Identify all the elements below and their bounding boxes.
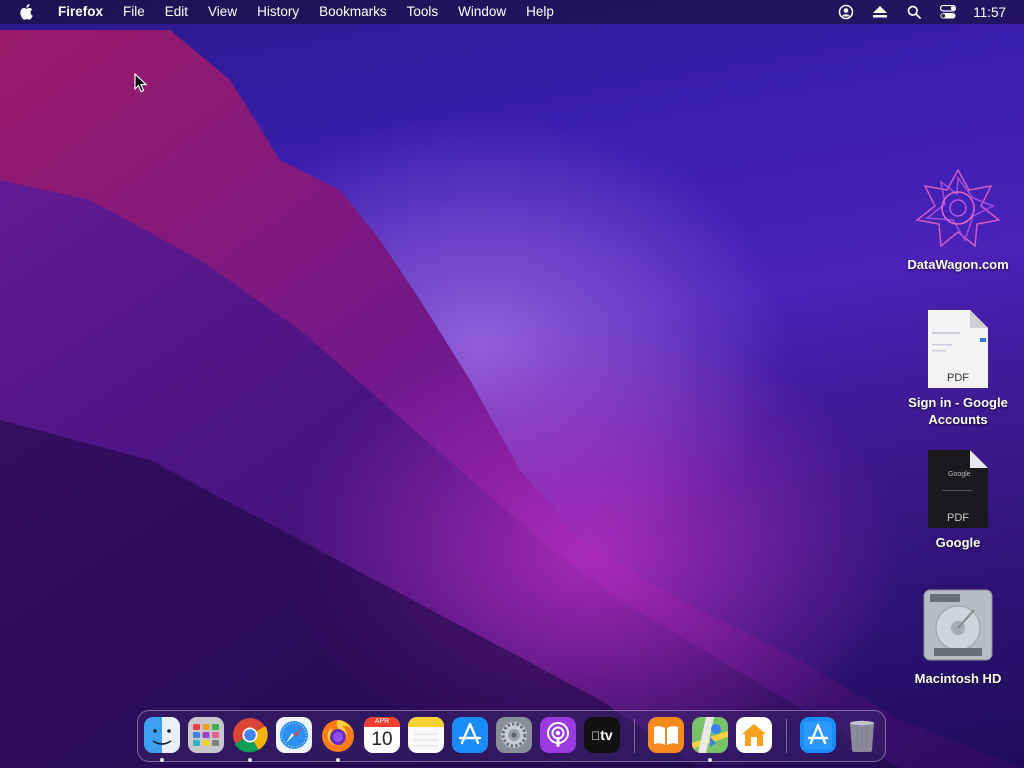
desktop-wallpaper xyxy=(0,0,1024,768)
trash-icon[interactable] xyxy=(844,717,880,753)
apple-tv-label: tv xyxy=(595,727,612,743)
menu-bookmarks[interactable]: Bookmarks xyxy=(309,0,397,24)
app-store-downloads-icon[interactable] xyxy=(800,717,836,753)
running-indicator xyxy=(160,758,164,762)
running-indicator xyxy=(708,758,712,762)
desktop-icon-label: DataWagon.com xyxy=(907,257,1009,272)
datawagon-icon xyxy=(915,168,1001,248)
books-icon[interactable] xyxy=(648,717,684,753)
menu-bar: Firefox File Edit View History Bookmarks… xyxy=(0,0,1024,24)
menu-app-name[interactable]: Firefox xyxy=(48,0,113,24)
pdf-file-icon: PDF xyxy=(928,310,988,388)
menu-history[interactable]: History xyxy=(247,0,309,24)
menu-view[interactable]: View xyxy=(198,0,247,24)
menu-help[interactable]: Help xyxy=(516,0,564,24)
mouse-cursor-icon xyxy=(134,73,148,93)
pdf-tag: PDF xyxy=(947,372,969,384)
home-icon[interactable] xyxy=(736,717,772,753)
pdf-file-icon: Google PDF xyxy=(928,450,988,528)
calendar-icon[interactable]: APR 10 xyxy=(364,717,400,753)
launchpad-icon[interactable] xyxy=(188,717,224,753)
menu-clock[interactable]: 11:57 xyxy=(973,5,1006,20)
user-account-icon[interactable] xyxy=(836,2,856,22)
desktop-icon-label: Google xyxy=(935,535,981,550)
control-center-icon[interactable] xyxy=(938,2,958,22)
hard-drive-icon xyxy=(923,589,993,661)
menu-tools[interactable]: Tools xyxy=(397,0,449,24)
dock-separator xyxy=(786,719,787,753)
running-indicator xyxy=(336,758,340,762)
menu-file[interactable]: File xyxy=(113,0,155,24)
eject-icon[interactable] xyxy=(870,2,890,22)
desktop-icon-label: Sign in - Google Accounts xyxy=(908,395,1008,427)
podcasts-icon[interactable] xyxy=(540,717,576,753)
desktop-icon-macintosh-hd[interactable]: Macintosh HD xyxy=(898,588,1018,687)
app-store-icon[interactable] xyxy=(452,717,488,753)
dock-separator xyxy=(634,719,635,753)
desktop-icon-label: Macintosh HD xyxy=(914,671,1002,686)
maps-icon[interactable] xyxy=(692,717,728,753)
desktop-icon-sign-in-pdf[interactable]: PDF Sign in - Google Accounts xyxy=(898,310,1018,428)
running-indicator xyxy=(248,758,252,762)
chrome-icon[interactable] xyxy=(232,717,268,753)
apple-tv-icon[interactable]: tv xyxy=(584,717,620,753)
system-preferences-icon[interactable] xyxy=(496,717,532,753)
apple-logo-icon[interactable] xyxy=(16,4,36,20)
menu-edit[interactable]: Edit xyxy=(155,0,198,24)
desktop-icon-datawagon[interactable]: DataWagon.com xyxy=(898,168,1018,273)
desktop-icon-google-pdf[interactable]: Google PDF Google xyxy=(898,450,1018,551)
menu-window[interactable]: Window xyxy=(448,0,516,24)
spotlight-search-icon[interactable] xyxy=(904,2,924,22)
pdf-tag: PDF xyxy=(947,512,969,524)
safari-icon[interactable] xyxy=(276,717,312,753)
finder-icon[interactable] xyxy=(144,717,180,753)
dock: APR 10 tv xyxy=(137,710,886,762)
calendar-day: 10 xyxy=(371,729,393,750)
svg-text:Google: Google xyxy=(948,471,971,478)
notes-icon[interactable] xyxy=(408,717,444,753)
firefox-icon[interactable] xyxy=(320,717,356,753)
calendar-month: APR xyxy=(364,717,400,727)
